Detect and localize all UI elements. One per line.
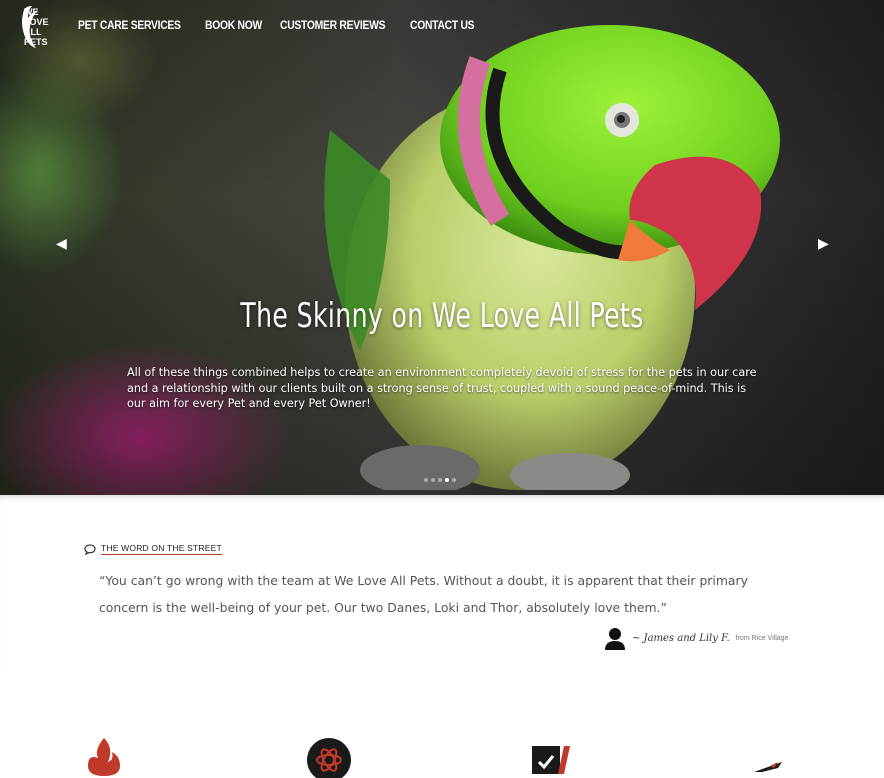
hero-body: All of these things combined helps to cr… xyxy=(127,366,757,410)
section-tag: THE WORD ON THE STREET xyxy=(84,543,222,555)
testimonial-quote: “You can’t go wrong with the team at We … xyxy=(99,573,748,615)
features-icons-row xyxy=(0,730,884,778)
slider-dots xyxy=(424,478,456,482)
slider-dot[interactable] xyxy=(438,478,442,482)
slider-dot-active[interactable] xyxy=(445,478,449,482)
parrot-image xyxy=(324,25,780,490)
slider-dot[interactable] xyxy=(431,478,435,482)
hero-slider: WE LOVE ALL PETS PET CARE SERVICES BOOK … xyxy=(0,0,884,495)
flame-icon xyxy=(88,738,120,776)
testimonial-author: ~ James and Lily F. xyxy=(632,632,730,644)
shield-check-icon xyxy=(532,746,570,774)
logo-line-pets: PETS xyxy=(24,37,48,47)
brand-logo-text: WE LOVE ALL PETS xyxy=(24,7,49,47)
speech-bubble-icon xyxy=(84,543,96,555)
nav-pet-care-services[interactable]: PET CARE SERVICES xyxy=(78,18,181,32)
nav-contact-us[interactable]: CONTACT US xyxy=(410,18,475,32)
main-nav: PET CARE SERVICES BOOK NOW CUSTOMER REVI… xyxy=(78,18,485,32)
chevron-left-icon[interactable]: ◀ xyxy=(56,236,67,252)
nav-customer-reviews[interactable]: CUSTOMER REVIEWS xyxy=(280,18,385,32)
testimonial-attribution: ~ James and Lily F. from Rice Village xyxy=(604,626,788,650)
hero-title: The Skinny on We Love All Pets xyxy=(240,296,644,336)
logo-line-love: LOVE xyxy=(24,17,49,27)
testimonial-location: from Rice Village xyxy=(735,634,789,642)
logo-line-we: WE xyxy=(24,7,39,17)
logo-line-all: ALL xyxy=(24,27,42,37)
slider-dot[interactable] xyxy=(452,478,456,482)
section-label: THE WORD ON THE STREET xyxy=(101,543,222,555)
user-avatar-icon xyxy=(605,628,625,650)
nav-book-now[interactable]: BOOK NOW xyxy=(205,18,262,32)
chevron-right-icon[interactable]: ▶ xyxy=(818,236,829,252)
slider-dot[interactable] xyxy=(424,478,428,482)
atom-badge-icon xyxy=(307,738,351,778)
